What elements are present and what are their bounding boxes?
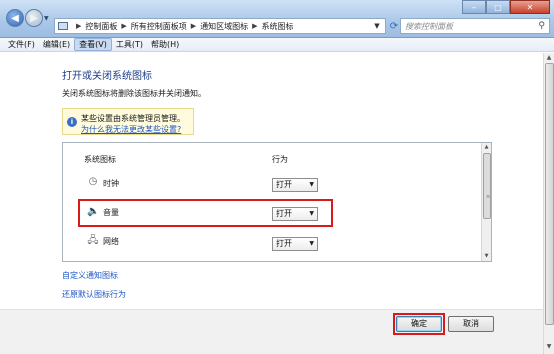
menu-help[interactable]: 帮助(H) [147, 38, 183, 51]
admin-info-box: i 某些设置由系统管理员管理。 为什么我无法更改某些设置? [62, 108, 194, 135]
network-behavior-value: 打开 [276, 239, 292, 248]
page-title: 打开或关闭系统图标 [62, 71, 152, 82]
scroll-down-icon[interactable]: ▼ [544, 342, 554, 352]
volume-behavior-value: 打开 [276, 209, 292, 218]
menu-file[interactable]: 文件(F) [4, 38, 39, 51]
scroll-down-icon[interactable]: ▼ [482, 252, 491, 261]
close-button[interactable]: ✕ [510, 0, 550, 14]
row-label-clock: 时钟 [103, 179, 119, 188]
search-icon[interactable]: ⚲ [538, 21, 545, 31]
page-description: 关闭系统图标将删除该图标并关闭通知。 [62, 89, 206, 98]
breadcrumb-all-items[interactable]: 所有控制面板项 [131, 21, 187, 32]
list-scrollbar-thumb[interactable]: ≡ [483, 153, 491, 219]
breadcrumb-system-icons[interactable]: 系统图标 [262, 21, 294, 32]
minimize-button[interactable]: ‒ [462, 0, 486, 14]
volume-behavior-select[interactable]: 打开 ▼ [272, 207, 318, 221]
window-controls: ‒ □ ✕ [462, 0, 550, 14]
control-panel-icon [58, 22, 68, 30]
forward-button[interactable]: ▶ [25, 9, 43, 27]
dialog-footer: 确定 取消 [0, 309, 543, 354]
search-placeholder: 搜索控制面板 [405, 21, 453, 31]
column-header-icon: 系统图标 [84, 155, 116, 164]
breadcrumb[interactable]: ▶ 控制面板 ▶ 所有控制面板项 ▶ 通知区域图标 ▶ 系统图标 [54, 18, 386, 34]
address-dropdown-icon[interactable]: ▼ [370, 19, 384, 33]
menu-edit[interactable]: 编辑(E) [39, 38, 74, 51]
chevron-right-icon: ▶ [252, 22, 258, 30]
column-header-behavior: 行为 [272, 155, 288, 164]
forward-arrow-icon: ▶ [30, 12, 38, 24]
clock-behavior-select[interactable]: 打开 ▼ [272, 178, 318, 192]
info-icon: i [67, 117, 77, 127]
history-dropdown-icon[interactable]: ▼ [44, 15, 49, 22]
breadcrumb-notification-icons[interactable]: 通知区域图标 [200, 21, 248, 32]
window-scrollbar[interactable]: ▲ ▼ [543, 53, 554, 354]
why-cannot-change-link[interactable]: 为什么我无法更改某些设置? [81, 124, 181, 135]
grip-icon: ≡ [486, 194, 491, 200]
admin-info-text: 某些设置由系统管理员管理。 [81, 114, 185, 123]
network-icon: 🖧 [87, 235, 99, 246]
chevron-down-icon: ▼ [309, 240, 314, 247]
chevron-down-icon: ▼ [309, 181, 314, 188]
maximize-button[interactable]: □ [486, 0, 510, 14]
clock-icon: ◷ [88, 176, 98, 187]
search-input[interactable]: 搜索控制面板 ⚲ [400, 18, 550, 34]
address-bar: ◀ ▶ ▼ ▶ 控制面板 ▶ 所有控制面板项 ▶ 通知区域图标 ▶ 系统图标 ▼… [0, 0, 554, 38]
scroll-up-icon[interactable]: ▲ [544, 53, 554, 63]
back-arrow-icon: ◀ [11, 12, 19, 24]
scrollbar-thumb[interactable] [545, 63, 554, 325]
chevron-right-icon: ▶ [190, 22, 197, 30]
restore-default-behaviors-link[interactable]: 还原默认图标行为 [62, 289, 126, 300]
scroll-up-icon[interactable]: ▲ [482, 143, 491, 152]
row-label-network: 网络 [103, 237, 119, 246]
chevron-right-icon: ▶ [76, 22, 82, 30]
minimize-icon: ‒ [471, 2, 477, 12]
menu-tools[interactable]: 工具(T) [112, 38, 147, 51]
breadcrumb-control-panel[interactable]: 控制面板 [85, 21, 117, 32]
list-scrollbar[interactable]: ▲ ≡ ▼ [481, 143, 491, 261]
menu-bar: 文件(F) 编辑(E) 查看(V) 工具(T) 帮助(H) [0, 38, 554, 52]
chevron-down-icon: ▼ [309, 210, 314, 217]
ok-button[interactable]: 确定 [396, 316, 442, 332]
volume-icon: 🔈 [87, 206, 100, 217]
network-behavior-select[interactable]: 打开 ▼ [272, 237, 318, 251]
chevron-right-icon: ▶ [121, 22, 127, 30]
clock-behavior-value: 打开 [276, 180, 292, 189]
cancel-button[interactable]: 取消 [448, 316, 494, 332]
row-label-volume: 音量 [103, 208, 119, 217]
back-button[interactable]: ◀ [6, 9, 24, 27]
customize-notification-icons-link[interactable]: 自定义通知图标 [62, 270, 118, 281]
close-icon: ✕ [526, 2, 534, 12]
menu-view[interactable]: 查看(V) [74, 38, 112, 51]
system-icons-list: 系统图标 行为 ◷ 时钟 打开 ▼ 🔈 音量 打开 ▼ 🖧 网络 打开 ▼ ▲ … [62, 142, 492, 262]
maximize-icon: □ [494, 2, 502, 12]
